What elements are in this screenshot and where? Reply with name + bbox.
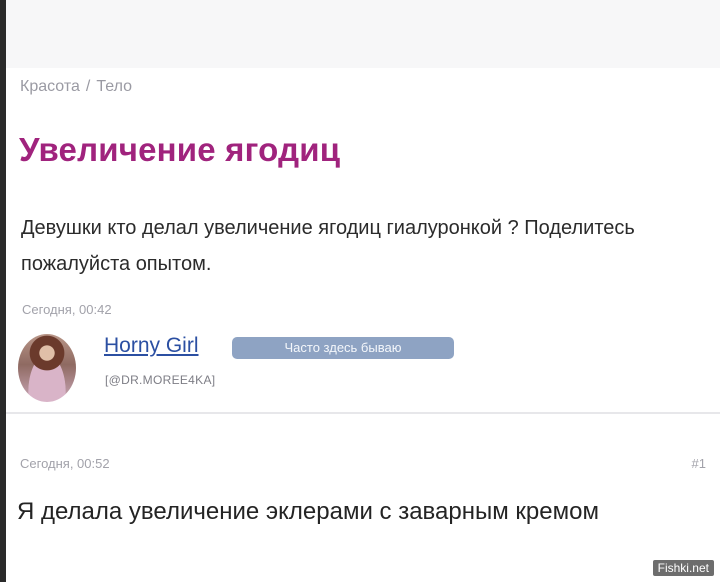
answer-body: Я делала увеличение эклерами с заварным … xyxy=(17,498,599,525)
watermark-logo: Fishki.net xyxy=(652,560,714,576)
author-handle: [@DR.MOREE4KA] xyxy=(105,373,216,387)
answer-timestamp: Сегодня, 00:52 xyxy=(20,456,110,471)
answer-number[interactable]: #1 xyxy=(692,456,706,471)
author-username-link[interactable]: Horny Girl xyxy=(104,334,199,358)
question-body: Девушки кто делал увеличение ягодиц гиал… xyxy=(21,217,635,275)
breadcrumb-subcategory-link[interactable]: Тело xyxy=(96,78,132,95)
page-title: Увеличение ягодиц xyxy=(19,131,341,168)
question-timestamp: Сегодня, 00:42 xyxy=(22,302,112,317)
status-badge: Часто здесь бываю xyxy=(232,337,454,359)
breadcrumb-separator: / xyxy=(85,78,91,95)
left-edge-border xyxy=(0,0,6,582)
breadcrumb-category-link[interactable]: Красота xyxy=(20,78,80,95)
divider xyxy=(6,412,720,414)
top-bar xyxy=(0,0,720,68)
breadcrumb: Красота / Тело xyxy=(20,78,132,96)
author-avatar[interactable] xyxy=(18,334,76,402)
